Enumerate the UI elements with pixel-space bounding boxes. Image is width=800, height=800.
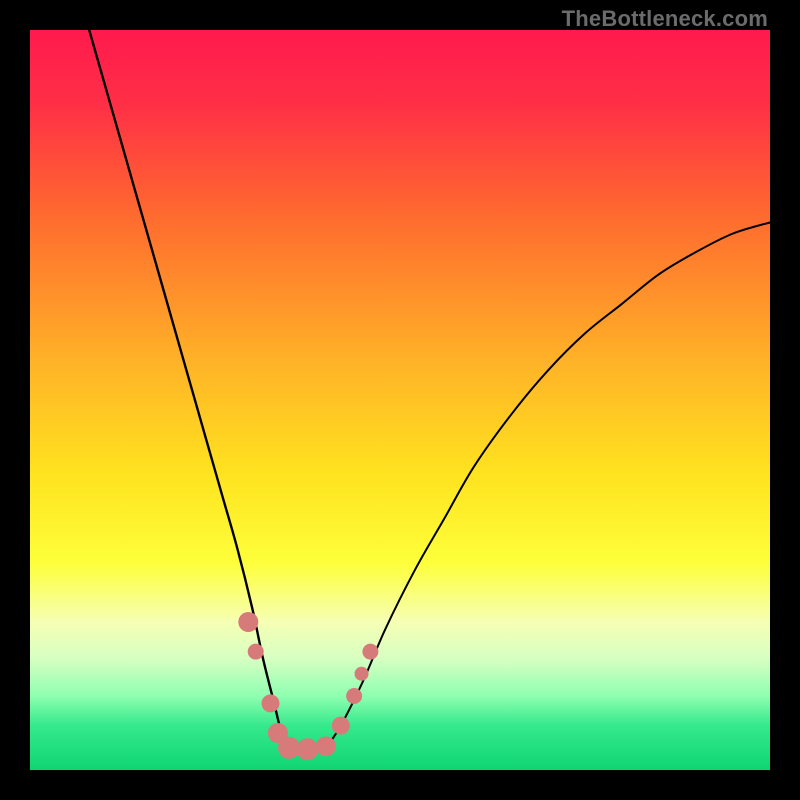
valley-marker [238, 612, 258, 632]
chart-background [30, 30, 770, 770]
valley-marker [362, 644, 378, 660]
valley-marker [297, 738, 319, 760]
outer-frame: TheBottleneck.com [0, 0, 800, 800]
valley-marker [262, 694, 280, 712]
plot-area [30, 30, 770, 770]
valley-marker [316, 736, 336, 756]
valley-marker [248, 644, 264, 660]
chart-svg [30, 30, 770, 770]
valley-marker [332, 717, 350, 735]
valley-marker [346, 688, 362, 704]
valley-marker [355, 667, 369, 681]
watermark-text: TheBottleneck.com [562, 6, 768, 32]
